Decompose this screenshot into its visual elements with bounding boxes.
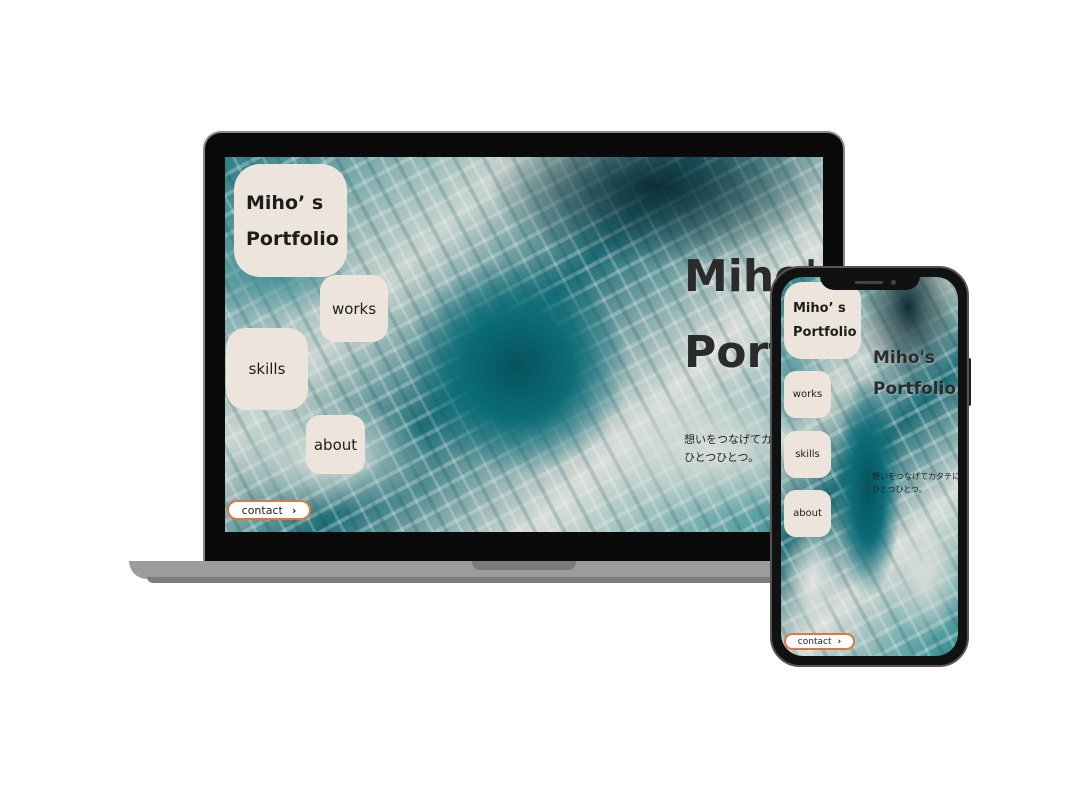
chevron-right-icon: › (837, 636, 842, 647)
nav-skills-label: skills (248, 360, 286, 378)
phone-notch (820, 268, 920, 290)
phone-nav-skills-label: skills (795, 449, 820, 460)
site-logo-card[interactable]: Miho’ s Portfolio (234, 164, 347, 277)
phone-contact-label: contact (797, 636, 832, 647)
phone-screen: Miho’ s Portfolio works skills about Mih… (781, 277, 958, 656)
phone-hero-title-line-2: Portfolio (873, 379, 957, 399)
laptop-trackpad-notch (472, 561, 576, 570)
phone-tagline: 想いをつなげてカタチにします。 ひとつひとつ。 (872, 470, 958, 496)
site-logo-line-1: Miho’ s (246, 191, 324, 214)
phone-camera (891, 280, 896, 285)
phone-contact-button[interactable]: contact › (784, 633, 855, 650)
nav-about-button[interactable]: about (306, 415, 365, 474)
chevron-right-icon: › (291, 503, 297, 517)
phone-hero-title-line-1: Miho's (873, 348, 935, 368)
phone-nav-works-button[interactable]: works (784, 371, 831, 418)
phone-speaker (855, 281, 883, 284)
phone-site-logo-line-2: Portfolio (793, 324, 857, 340)
contact-label: contact (241, 503, 283, 517)
phone-tagline-line-2: ひとつひとつ。 (872, 485, 927, 494)
phone-nav-skills-button[interactable]: skills (784, 431, 831, 478)
laptop-screen: Miho’ s Portfolio works skills about Mih… (225, 157, 823, 532)
phone-tagline-line-1: 想いをつなげてカタチにします。 (872, 472, 958, 481)
phone-site-logo-card[interactable]: Miho’ s Portfolio (784, 282, 861, 359)
nav-works-label: works (331, 299, 377, 318)
phone-hero-title: Miho's Portfolio (873, 343, 956, 405)
phone-nav-about-label: about (793, 508, 822, 519)
phone-nav-about-button[interactable]: about (784, 490, 831, 537)
contact-button[interactable]: contact › (227, 500, 311, 520)
nav-about-label: about (313, 435, 358, 454)
phone-site-logo-line-1: Miho’ s (793, 300, 846, 316)
nav-skills-button[interactable]: skills (226, 328, 308, 410)
nav-works-button[interactable]: works (320, 275, 388, 342)
phone-nav-works-label: works (792, 389, 823, 400)
site-logo-line-2: Portfolio (246, 227, 339, 250)
